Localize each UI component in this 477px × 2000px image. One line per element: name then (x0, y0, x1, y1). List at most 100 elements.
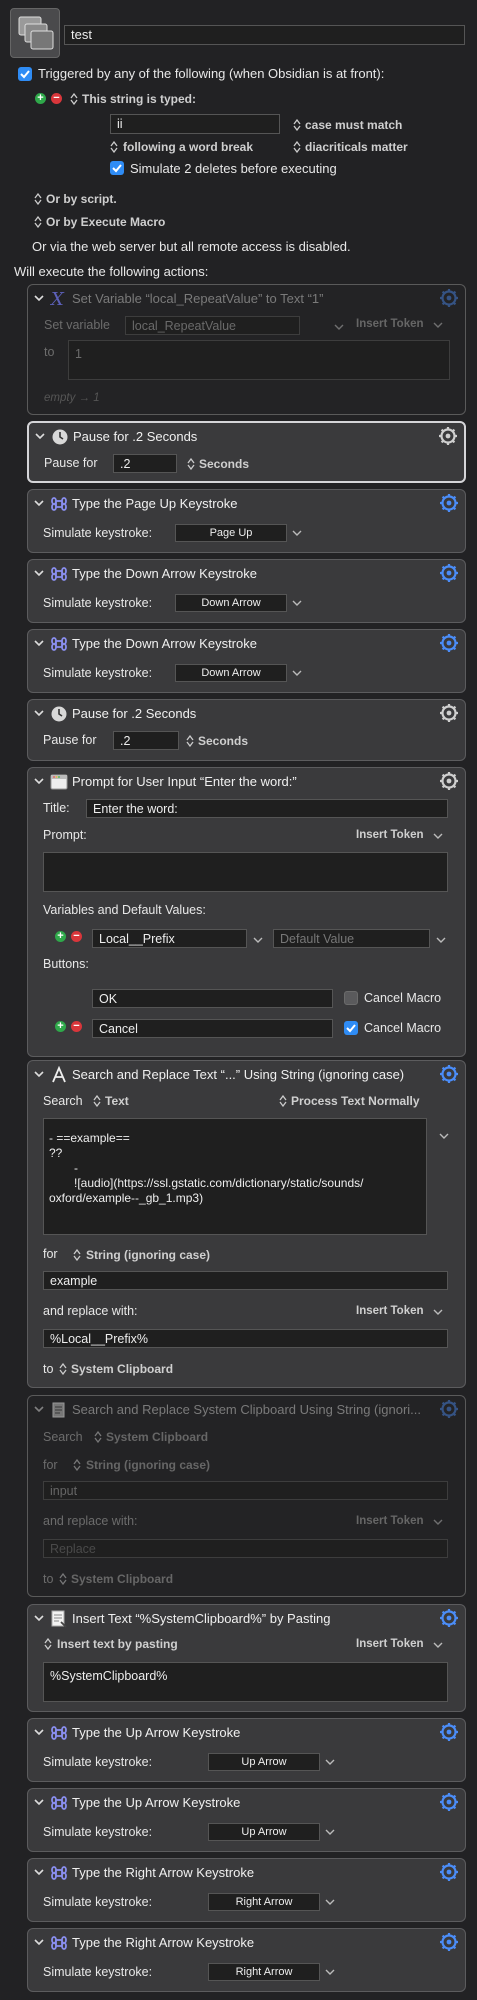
insert-token-button[interactable]: Insert Token (356, 1515, 424, 1527)
add-trigger-button[interactable]: + (35, 93, 46, 104)
pause-value-field[interactable]: .2 (113, 454, 177, 473)
gear-icon[interactable] (439, 1399, 459, 1419)
default-value-caret[interactable] (436, 936, 446, 944)
add-button-button[interactable]: + (55, 1021, 66, 1032)
gear-icon[interactable] (439, 1862, 459, 1882)
process-option[interactable]: Process Text Normally (291, 1094, 420, 1108)
to-target[interactable]: System Clipboard (71, 1572, 173, 1586)
trigger-type-label[interactable]: This string is typed: (82, 92, 196, 106)
insert-token-caret[interactable] (433, 1518, 443, 1526)
insert-token-button[interactable]: Insert Token (356, 1305, 424, 1317)
gear-icon[interactable] (439, 563, 459, 583)
default-value-field[interactable]: Default Value (273, 929, 430, 948)
simulate-deletes-checkbox[interactable] (110, 161, 124, 175)
search-text-caret[interactable] (439, 1132, 449, 1140)
or-by-script[interactable]: Or by script. (46, 192, 117, 206)
insert-mode-updown-icon[interactable] (44, 1638, 52, 1650)
action-type-keystroke[interactable]: Type the Down Arrow Keystroke Simulate k… (27, 559, 466, 623)
prompt-text-area[interactable] (43, 852, 448, 892)
keystroke-field[interactable]: Up Arrow (208, 1753, 320, 1771)
insert-token-caret[interactable] (433, 1641, 443, 1649)
mode-updown-icon[interactable] (73, 1249, 81, 1261)
variable-dropdown-caret[interactable] (253, 936, 263, 944)
insert-token-button[interactable]: Insert Token (356, 318, 424, 330)
variable-name-field[interactable]: Local__Prefix (92, 929, 247, 948)
collapse-chevron-icon[interactable] (34, 708, 44, 718)
action-insert-text[interactable]: Insert Text “%SystemClipboard%” by Pasti… (27, 1604, 466, 1712)
or-by-execute-updown-icon[interactable] (34, 216, 42, 228)
or-by-script-updown-icon[interactable] (34, 193, 42, 205)
keystroke-field[interactable]: Down Arrow (175, 594, 287, 612)
pause-unit[interactable]: Seconds (198, 734, 248, 748)
to-target[interactable]: System Clipboard (71, 1362, 173, 1376)
trigger-enabled-checkbox[interactable] (18, 67, 32, 81)
word-break-updown-icon[interactable] (110, 141, 118, 153)
action-type-keystroke[interactable]: Type the Right Arrow Keystroke Simulate … (27, 1858, 466, 1922)
macro-icon[interactable] (10, 8, 60, 58)
to-target-updown-icon[interactable] (59, 1573, 67, 1585)
remove-button-button[interactable]: − (71, 1021, 82, 1032)
action-type-keystroke[interactable]: Type the Up Arrow Keystroke Simulate key… (27, 1788, 466, 1852)
keystroke-caret[interactable] (325, 1968, 335, 1976)
keystroke-field[interactable]: Up Arrow (208, 1823, 320, 1841)
remove-trigger-button[interactable]: − (51, 93, 62, 104)
gear-icon[interactable] (439, 1064, 459, 1084)
replace-value-field[interactable]: Replace (43, 1539, 448, 1558)
case-option[interactable]: case must match (305, 118, 402, 132)
button1-field[interactable]: OK (92, 989, 333, 1008)
collapse-chevron-icon[interactable] (34, 498, 44, 508)
pause-unit[interactable]: Seconds (199, 457, 249, 471)
keystroke-caret[interactable] (325, 1758, 335, 1766)
prompt-title-field[interactable]: Enter the word: (86, 799, 448, 818)
collapse-chevron-icon[interactable] (34, 1867, 44, 1877)
collapse-chevron-icon[interactable] (34, 1404, 44, 1414)
trigger-type-updown-icon[interactable] (70, 93, 78, 105)
process-updown-icon[interactable] (279, 1095, 287, 1107)
unit-updown-icon[interactable] (186, 735, 194, 747)
action-prompt-user-input[interactable]: Prompt for User Input “Enter the word:” … (27, 767, 466, 1057)
keystroke-field[interactable]: Page Up (175, 524, 287, 542)
insert-token-caret[interactable] (433, 1308, 443, 1316)
keystroke-field[interactable]: Right Arrow (208, 1963, 320, 1981)
pause-value-field[interactable]: .2 (113, 731, 179, 750)
word-break-option[interactable]: following a word break (123, 140, 253, 154)
gear-icon[interactable] (439, 703, 459, 723)
collapse-chevron-icon[interactable] (34, 776, 44, 786)
gear-icon[interactable] (438, 426, 458, 446)
action-search-replace[interactable]: Search and Replace Text “...” Using Stri… (27, 1060, 466, 1388)
collapse-chevron-icon[interactable] (34, 293, 44, 303)
add-variable-button[interactable]: + (55, 931, 66, 942)
gear-icon[interactable] (439, 1722, 459, 1742)
keystroke-caret[interactable] (292, 599, 302, 607)
collapse-chevron-icon[interactable] (34, 1069, 44, 1079)
typed-string-field[interactable]: ii (110, 114, 280, 134)
gear-icon[interactable] (439, 1932, 459, 1952)
insert-mode[interactable]: Insert text by pasting (57, 1637, 178, 1651)
button2-field[interactable]: Cancel (92, 1019, 333, 1038)
diacriticals-updown-icon[interactable] (293, 141, 301, 153)
keystroke-caret[interactable] (292, 669, 302, 677)
value-text-area[interactable]: 1 (68, 340, 450, 380)
search-target-updown-icon[interactable] (94, 1431, 102, 1443)
insert-token-caret[interactable] (433, 321, 443, 329)
action-search-replace-clipboard[interactable]: Search and Replace System Clipboard Usin… (27, 1395, 466, 1597)
action-type-keystroke[interactable]: Type the Up Arrow Keystroke Simulate key… (27, 1718, 466, 1782)
collapse-chevron-icon[interactable] (34, 1727, 44, 1737)
action-type-keystroke[interactable]: Type the Page Up Keystroke Simulate keys… (27, 489, 466, 553)
gear-icon[interactable] (439, 1792, 459, 1812)
search-mode[interactable]: String (ignoring case) (86, 1458, 210, 1472)
action-type-keystroke[interactable]: Type the Right Arrow Keystroke Simulate … (27, 1928, 466, 1992)
gear-icon[interactable] (439, 633, 459, 653)
action-pause[interactable]: Pause for .2 Seconds Pause for .2 Second… (27, 699, 466, 761)
button2-cancel-checkbox[interactable] (344, 1021, 358, 1035)
button1-cancel-checkbox[interactable] (344, 991, 358, 1005)
remove-variable-button[interactable]: − (71, 931, 82, 942)
gear-icon[interactable] (439, 771, 459, 791)
gear-icon[interactable] (439, 1608, 459, 1628)
gear-icon[interactable] (439, 288, 459, 308)
for-value-field[interactable]: example (43, 1271, 448, 1290)
action-type-keystroke[interactable]: Type the Down Arrow Keystroke Simulate k… (27, 629, 466, 693)
keystroke-field[interactable]: Down Arrow (175, 664, 287, 682)
variable-name-field[interactable]: local_RepeatValue (125, 316, 300, 335)
collapse-chevron-icon[interactable] (34, 638, 44, 648)
